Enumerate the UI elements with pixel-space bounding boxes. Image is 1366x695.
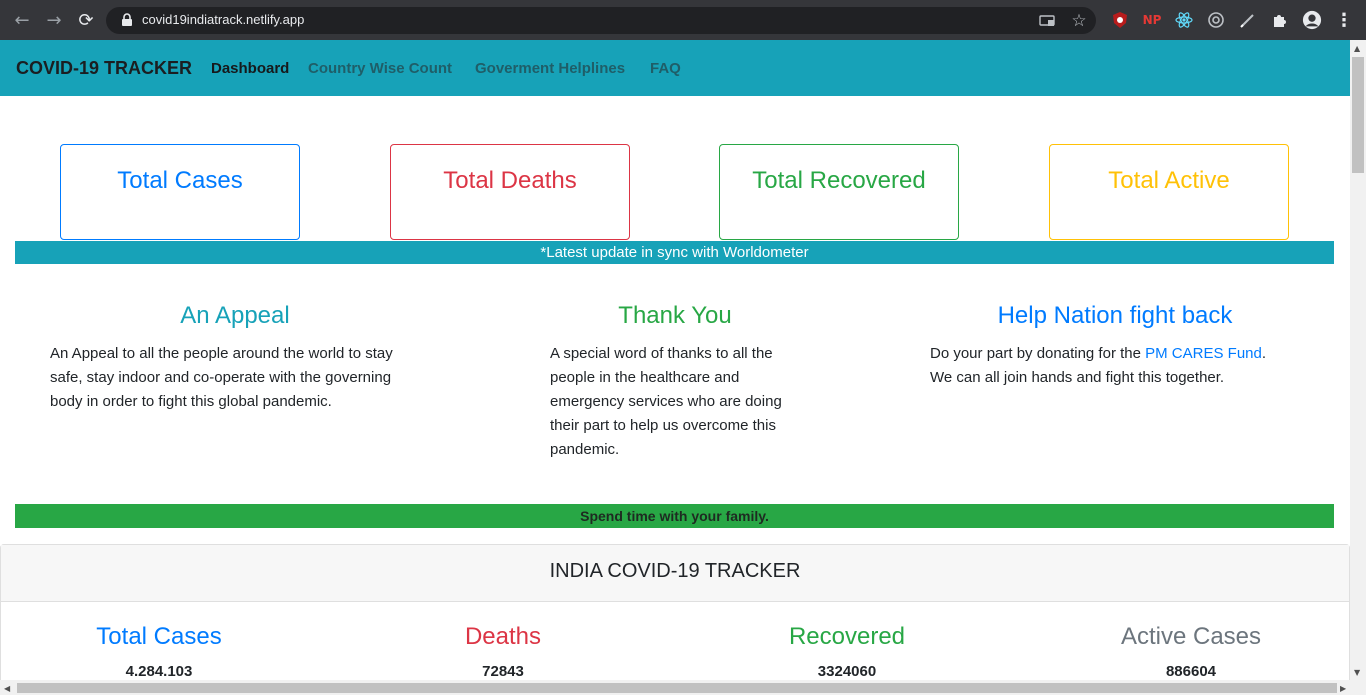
tracker-deaths: Deaths 72843 [343,623,663,680]
family-banner: Spend time with your family. [15,504,1334,528]
scroll-up-arrow-icon[interactable]: ▲ [1354,44,1360,53]
nav-dashboard[interactable]: Dashboard [211,60,289,77]
profile-icon[interactable] [1302,10,1322,30]
horizontal-scroll-thumb[interactable] [17,683,1337,693]
pen-icon[interactable] [1238,10,1258,30]
reload-icon[interactable]: ⟳ [74,8,98,32]
tracker-active-value: 886604 [1165,663,1217,680]
pm-cares-link[interactable]: PM CARES Fund [1145,345,1262,362]
scroll-right-arrow-icon[interactable]: ▶ [1340,684,1346,693]
tracker-active: Active Cases 886604 [1031,623,1351,680]
scroll-left-arrow-icon[interactable]: ◀ [4,684,10,693]
bookmark-star-icon[interactable]: ☆ [1070,11,1088,31]
tracker-recovered: Recovered 3324060 [687,623,1007,680]
thanks-text: A special word of thanks to all the peop… [550,345,782,458]
tracker-recovered-label: Recovered [788,623,906,650]
url-text: covid19indiatrack.netlify.app [142,12,305,27]
ublock-icon[interactable] [1110,10,1130,30]
tracker-active-label: Active Cases [1120,623,1262,650]
total-cases-card: Total Cases [60,144,300,240]
total-deaths-card: Total Deaths [390,144,630,240]
help-title: Help Nation fight back [997,302,1233,329]
update-banner: *Latest update in sync with Worldometer [15,241,1334,264]
cast-icon[interactable] [1038,12,1056,30]
lock-icon [122,13,132,26]
total-cases-title: Total Cases [117,167,243,194]
india-tracker-title: INDIA COVID-19 TRACKER [1,545,1349,602]
browser-toolbar: ← → ⟳ covid19indiatrack.netlify.app ☆ NP… [0,0,1366,40]
menu-kebab-icon[interactable]: ⋮ [1334,10,1354,31]
forward-arrow-icon[interactable]: → [42,8,66,32]
np-icon[interactable]: NP [1142,10,1162,30]
vertical-scroll-thumb[interactable] [1352,57,1364,173]
tracker-deaths-value: 72843 [482,663,524,680]
help-text-before: Do your part by donating for the [930,345,1146,362]
tracker-deaths-label: Deaths [464,623,542,650]
brand-logo[interactable]: COVID-19 TRACKER [16,58,192,79]
nav-faq[interactable]: FAQ [650,60,681,77]
address-bar[interactable]: covid19indiatrack.netlify.app ☆ [106,7,1096,34]
nav-country-wise-count[interactable]: Country Wise Count [308,60,452,77]
appeal-title: An Appeal [180,302,290,329]
total-recovered-title: Total Recovered [752,167,926,194]
back-arrow-icon[interactable]: ← [10,8,34,32]
target-icon[interactable] [1206,10,1226,30]
total-recovered-card: Total Recovered [719,144,959,240]
total-active-title: Total Active [1108,167,1230,194]
total-active-card: Total Active [1049,144,1289,240]
scroll-down-arrow-icon[interactable]: ▼ [1354,668,1360,677]
appeal-text: An Appeal to all the people around the w… [50,345,393,410]
tracker-total-cases-label: Total Cases [96,623,222,650]
puzzle-icon[interactable] [1270,10,1290,30]
tracker-recovered-value: 3324060 [817,663,877,680]
tracker-total-cases-value: 4.284.103 [125,663,193,680]
nav-government-helplines[interactable]: Goverment Helplines [475,60,625,77]
tracker-total-cases: Total Cases 4.284.103 [0,623,319,680]
india-tracker-card: INDIA COVID-19 TRACKER Total Cases 4.284… [0,544,1350,684]
help-text: Do your part by donating for the PM CARE… [930,342,1290,390]
thanks-title: Thank You [618,302,732,329]
total-deaths-title: Total Deaths [443,167,577,194]
react-icon[interactable] [1174,10,1194,30]
site-navbar: COVID-19 TRACKER Dashboard Country Wise … [0,40,1350,96]
